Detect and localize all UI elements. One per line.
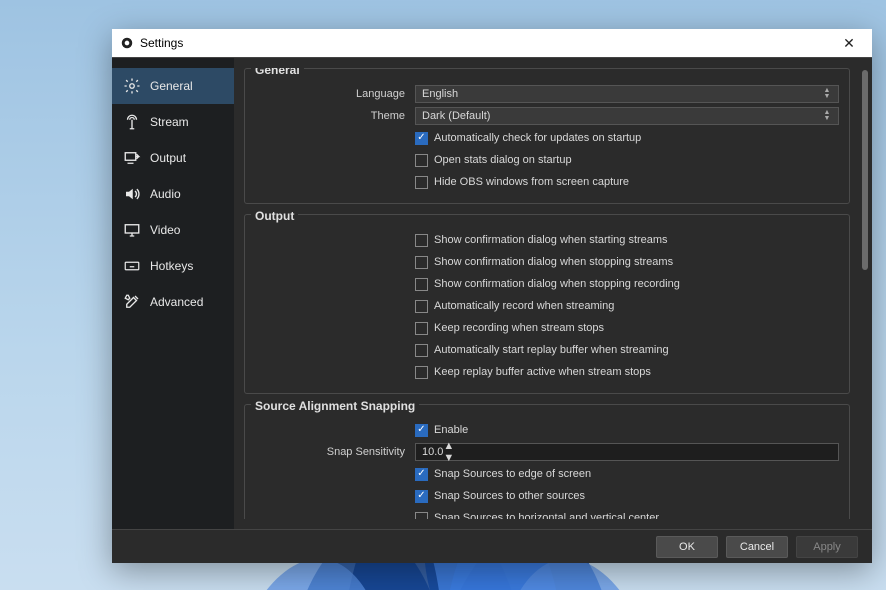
snap-sensitivity-input[interactable]: 10.0 ▲▼: [415, 443, 839, 461]
language-label: Language: [255, 88, 415, 100]
group-snapping: Source Alignment Snapping Enable Snap Se…: [244, 404, 850, 519]
sidebar-item-label: Audio: [150, 187, 181, 201]
checkbox-snap-other[interactable]: [415, 490, 428, 503]
checkbox-output-6[interactable]: [415, 366, 428, 379]
checkbox-label: Show confirmation dialog when starting s…: [434, 234, 668, 246]
checkbox-label: Automatically start replay buffer when s…: [434, 344, 669, 356]
checkbox-check-updates[interactable]: [415, 132, 428, 145]
checkbox-label: Show confirmation dialog when stopping s…: [434, 256, 673, 268]
checkbox-label: Keep recording when stream stops: [434, 322, 604, 334]
ok-button[interactable]: OK: [656, 536, 718, 558]
sidebar-item-output[interactable]: Output: [112, 140, 234, 176]
sidebar-item-label: Advanced: [150, 295, 203, 309]
checkbox-output-4[interactable]: [415, 322, 428, 335]
checkbox-open-stats[interactable]: [415, 154, 428, 167]
checkbox-label: Automatically record when streaming: [434, 300, 614, 312]
sidebar-item-label: Stream: [150, 115, 189, 129]
snap-sensitivity-value: 10.0: [422, 446, 443, 458]
close-button[interactable]: ✕: [834, 35, 864, 52]
snap-sensitivity-label: Snap Sensitivity: [255, 446, 415, 458]
antenna-icon: [122, 112, 142, 132]
checkbox-snap-center[interactable]: [415, 512, 428, 520]
checkbox-label: Snap Sources to horizontal and vertical …: [434, 512, 659, 519]
cancel-button[interactable]: Cancel: [726, 536, 788, 558]
theme-value: Dark (Default): [422, 110, 490, 122]
sidebar-item-advanced[interactable]: Advanced: [112, 284, 234, 320]
checkbox-snap-edge[interactable]: [415, 468, 428, 481]
language-value: English: [422, 88, 458, 100]
checkbox-label: Snap Sources to edge of screen: [434, 468, 591, 480]
output-icon: [122, 148, 142, 168]
settings-window: Settings ✕ General Stream Output: [112, 29, 872, 563]
sidebar-item-label: General: [150, 79, 193, 93]
checkbox-output-2[interactable]: [415, 278, 428, 291]
sidebar-item-label: Video: [150, 223, 180, 237]
sidebar-item-general[interactable]: General: [112, 68, 234, 104]
sidebar-item-audio[interactable]: Audio: [112, 176, 234, 212]
monitor-icon: [122, 220, 142, 240]
checkbox-output-1[interactable]: [415, 256, 428, 269]
spinner-icon[interactable]: ▲▼: [443, 440, 454, 464]
gear-icon: [122, 76, 142, 96]
theme-label: Theme: [255, 110, 415, 122]
app-icon: [120, 36, 134, 50]
keyboard-icon: [122, 256, 142, 276]
checkbox-label: Automatically check for updates on start…: [434, 132, 641, 144]
sidebar: General Stream Output Audio: [112, 58, 234, 529]
checkbox-output-3[interactable]: [415, 300, 428, 313]
checkbox-label: Snap Sources to other sources: [434, 490, 585, 502]
sidebar-item-video[interactable]: Video: [112, 212, 234, 248]
checkbox-output-5[interactable]: [415, 344, 428, 357]
chevron-updown-icon: ▲▼: [820, 108, 834, 124]
group-output: Output Show confirmation dialog when sta…: [244, 214, 850, 394]
checkbox-label: Open stats dialog on startup: [434, 154, 572, 166]
dialog-footer: OK Cancel Apply: [112, 529, 872, 563]
checkbox-snap-enable[interactable]: [415, 424, 428, 437]
sidebar-item-label: Output: [150, 151, 186, 165]
group-general: General Language English ▲▼: [244, 68, 850, 204]
settings-content: General Language English ▲▼: [234, 58, 872, 529]
checkbox-hide-windows[interactable]: [415, 176, 428, 189]
group-title: Source Alignment Snapping: [251, 399, 419, 413]
checkbox-label: Keep replay buffer active when stream st…: [434, 366, 651, 378]
language-select[interactable]: English ▲▼: [415, 85, 839, 103]
tools-icon: [122, 292, 142, 312]
group-title: General: [251, 68, 304, 77]
checkbox-label: Hide OBS windows from screen capture: [434, 176, 629, 188]
apply-button[interactable]: Apply: [796, 536, 858, 558]
chevron-updown-icon: ▲▼: [820, 86, 834, 102]
window-title: Settings: [140, 36, 834, 50]
checkbox-label: Enable: [434, 424, 468, 436]
theme-select[interactable]: Dark (Default) ▲▼: [415, 107, 839, 125]
checkbox-output-0[interactable]: [415, 234, 428, 247]
scrollbar[interactable]: [862, 70, 868, 270]
group-title: Output: [251, 209, 298, 223]
checkbox-label: Show confirmation dialog when stopping r…: [434, 278, 680, 290]
sidebar-item-hotkeys[interactable]: Hotkeys: [112, 248, 234, 284]
speaker-icon: [122, 184, 142, 204]
titlebar: Settings ✕: [112, 29, 872, 57]
sidebar-item-stream[interactable]: Stream: [112, 104, 234, 140]
sidebar-item-label: Hotkeys: [150, 259, 193, 273]
